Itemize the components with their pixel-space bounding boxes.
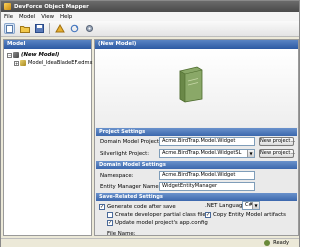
title-bar[interactable]: DevForce Object Mapper — [1, 1, 299, 12]
chevron-down-icon[interactable]: ▼ — [247, 150, 254, 157]
app-window: DevForce Object Mapper File Model View H… — [0, 0, 300, 247]
tree-node-label: (New Model) — [21, 52, 60, 58]
model-banner — [95, 49, 298, 127]
domain-settings-header: Domain Model Settings — [96, 161, 297, 169]
status-bar: Ready — [1, 238, 299, 247]
tree-node-label: Model_IdeaBladeEF.edmx — [28, 60, 93, 66]
update-config-checkbox[interactable]: ✓ — [107, 220, 113, 226]
save-icon[interactable] — [34, 23, 45, 34]
save-settings-header: Save-Related Settings — [96, 193, 297, 201]
silverlight-project-value: Acme.BirdTrap.Model.WidgetSL — [162, 150, 242, 156]
generate-icon[interactable] — [54, 23, 65, 34]
domain-project-label: Domain Model Project: — [100, 139, 161, 145]
book-icon — [179, 66, 203, 103]
menu-model[interactable]: Model — [19, 14, 35, 20]
silverlight-project-select[interactable]: Acme.BirdTrap.Model.WidgetSL ▼ — [159, 149, 255, 158]
update-config-label: Update model project's app.config — [115, 220, 208, 226]
details-panel-header: (New Model) — [95, 40, 298, 49]
namespace-field[interactable]: Acme.BirdTrap.Model.Widget — [159, 171, 255, 180]
menu-help[interactable]: Help — [60, 14, 72, 20]
chevron-down-icon[interactable]: ▼ — [252, 202, 259, 209]
open-folder-icon[interactable] — [19, 23, 30, 34]
model-panel-header: Model — [4, 40, 91, 49]
app-icon — [4, 3, 11, 10]
menu-file[interactable]: File — [4, 14, 13, 20]
expand-icon[interactable]: + — [14, 60, 19, 66]
refresh-icon[interactable] — [69, 23, 80, 34]
partial-files-checkbox[interactable] — [107, 212, 113, 218]
status-icon — [264, 240, 270, 246]
generate-after-save-checkbox[interactable]: ✓ — [99, 204, 105, 210]
new-domain-project-button[interactable]: New project... — [259, 137, 295, 146]
generate-after-save-label: Generate code after save — [107, 204, 176, 210]
menu-bar: File Model View Help — [1, 12, 299, 21]
project-settings-header: Project Settings — [96, 128, 297, 136]
details-panel: (New Model) Project Settings Domain Mode… — [94, 39, 299, 237]
domain-project-select[interactable]: Acme.BirdTrap.Model.Widget — [159, 137, 255, 146]
silverlight-project-label: Silverlight Project: — [100, 151, 150, 157]
partial-files-label: Create developer partial class files — [115, 212, 209, 218]
copy-artifacts-checkbox[interactable]: ✓ — [205, 212, 211, 218]
entity-manager-field[interactable]: WidgetEntityManager — [159, 182, 255, 191]
new-silverlight-project-button[interactable]: New project... — [259, 149, 295, 158]
entity-manager-label: Entity Manager Name: — [100, 184, 161, 190]
file-name-label: File Name: — [107, 231, 136, 237]
settings-icon[interactable] — [84, 23, 95, 34]
model-panel: Model − (New Model) + Model_IdeaBladeEF.… — [3, 39, 93, 236]
new-icon[interactable] — [4, 23, 15, 34]
copy-artifacts-label: Copy Entity Model artifacts — [213, 212, 286, 218]
collapse-icon[interactable]: − — [7, 52, 12, 58]
toolbar — [1, 21, 299, 37]
edmx-file-icon — [20, 60, 26, 66]
model-icon — [13, 52, 19, 58]
tree-node-edmx[interactable]: + Model_IdeaBladeEF.edmx — [14, 60, 93, 66]
language-select[interactable]: C# ▼ — [242, 201, 260, 210]
toolbar-separator — [49, 23, 50, 34]
window-title: DevForce Object Mapper — [14, 3, 89, 10]
status-text: Ready — [273, 240, 289, 246]
tree-node-new-model[interactable]: − (New Model) — [7, 52, 59, 58]
namespace-label: Namespace: — [100, 173, 134, 179]
menu-view[interactable]: View — [41, 14, 54, 20]
